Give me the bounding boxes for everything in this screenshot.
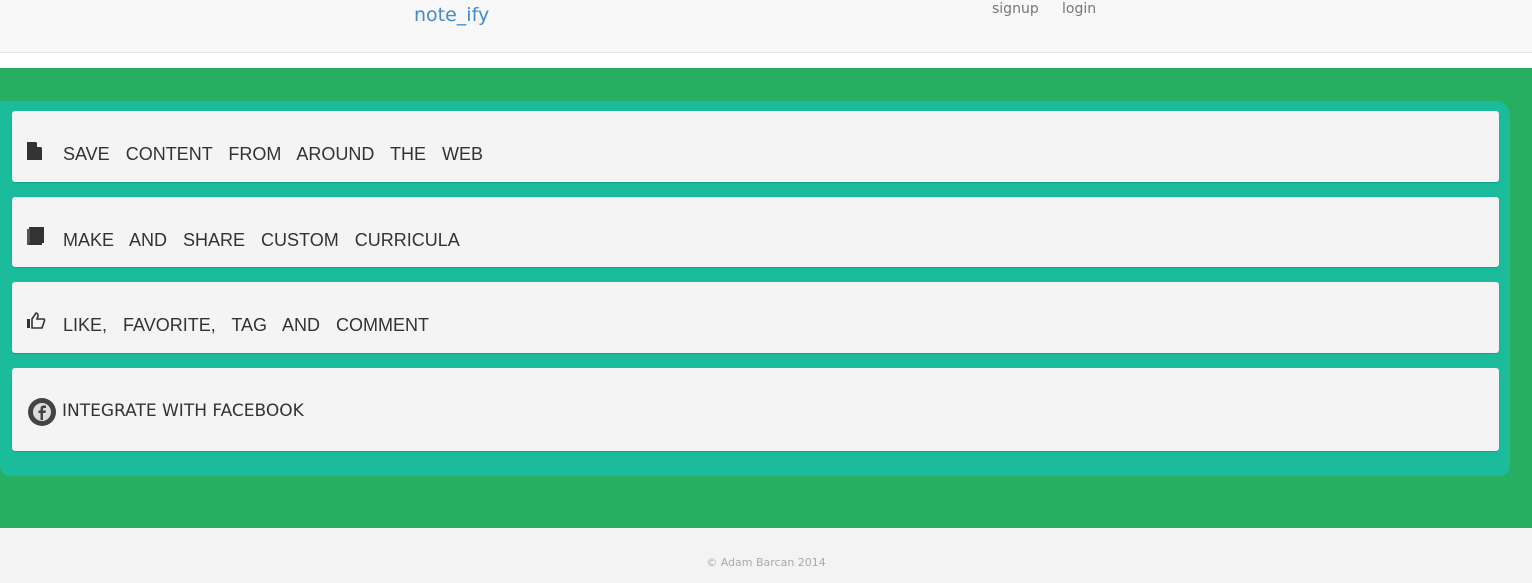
brand-logo-link[interactable]: note_ify xyxy=(414,4,489,26)
thumbs-up-icon xyxy=(27,312,46,329)
file-icon xyxy=(27,142,42,160)
signup-link[interactable]: signup xyxy=(992,1,1039,17)
book-icon xyxy=(27,227,44,245)
feature-label: LIKE, FAVORITE, TAG AND COMMENT xyxy=(63,315,430,335)
feature-curricula: MAKE AND SHARE CUSTOM CURRICULA xyxy=(12,197,1499,267)
feature-save-content: SAVE CONTENT FROM AROUND THE WEB xyxy=(12,111,1499,182)
login-link[interactable]: login xyxy=(1062,1,1096,17)
feature-label: INTEGRATE WITH FACEBOOK xyxy=(62,401,304,421)
facebook-icon xyxy=(28,398,56,426)
feature-label: SAVE CONTENT FROM AROUND THE WEB xyxy=(63,144,484,164)
copyright-text: © Adam Barcan 2014 xyxy=(706,556,826,569)
feature-label: MAKE AND SHARE CUSTOM CURRICULA xyxy=(63,230,460,250)
footer: © Adam Barcan 2014 xyxy=(0,528,1532,583)
feature-social: LIKE, FAVORITE, TAG AND COMMENT xyxy=(12,282,1499,353)
top-navbar: note_ify signup login xyxy=(0,0,1532,53)
feature-facebook: INTEGRATE WITH FACEBOOK xyxy=(12,368,1499,451)
